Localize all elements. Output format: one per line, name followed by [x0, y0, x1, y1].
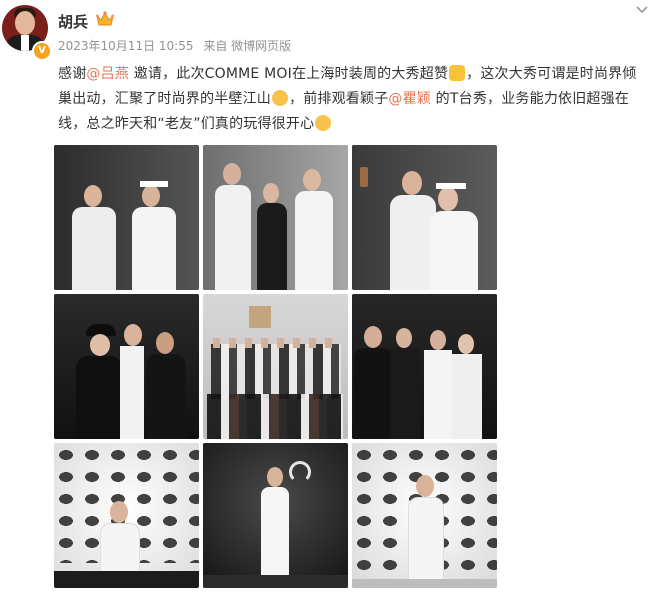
username[interactable]: 胡兵 — [58, 11, 88, 32]
content-text: 邀请，此次COMME MOI在上海时装周的大秀超赞 — [129, 66, 449, 82]
thumbs-up-emoji-icon — [449, 65, 466, 81]
post-meta: 2023年10月11日 10:55 来自 微博网页版 — [58, 37, 297, 54]
photo-thumbnail[interactable] — [54, 145, 199, 290]
mention-link[interactable]: @瞿颖 — [388, 91, 431, 107]
photo-grid — [54, 145, 497, 590]
photo-thumbnail[interactable] — [352, 294, 497, 439]
crown-icon — [96, 11, 114, 26]
photo-thumbnail[interactable] — [203, 145, 348, 290]
grin-emoji-icon — [315, 115, 332, 131]
weibo-post: V 胡兵 2023年10月11日 10:55 来自 微博网页版 感谢@吕燕 邀请… — [0, 0, 660, 594]
post-source: 来自 微博网页版 — [203, 39, 292, 53]
photo-thumbnail[interactable] — [352, 145, 497, 290]
party-face-emoji-icon — [272, 90, 288, 106]
photo-thumbnail[interactable] — [54, 443, 199, 588]
photo-thumbnail[interactable] — [203, 443, 348, 588]
chevron-down-icon[interactable] — [634, 4, 650, 16]
content-text: 感谢 — [58, 66, 87, 82]
photo-thumbnail[interactable] — [203, 294, 348, 439]
content-text: ，前排观看颖子 — [289, 91, 389, 107]
mention-link[interactable]: @吕燕 — [86, 66, 129, 82]
photo-thumbnail[interactable] — [54, 294, 199, 439]
post-timestamp[interactable]: 2023年10月11日 10:55 — [58, 39, 193, 53]
post-content: 感谢@吕燕 邀请，此次COMME MOI在上海时装周的大秀超赞 ，这次大秀可谓是时… — [58, 62, 638, 137]
photo-thumbnail[interactable] — [352, 443, 497, 588]
verified-badge-icon: V — [32, 41, 52, 61]
